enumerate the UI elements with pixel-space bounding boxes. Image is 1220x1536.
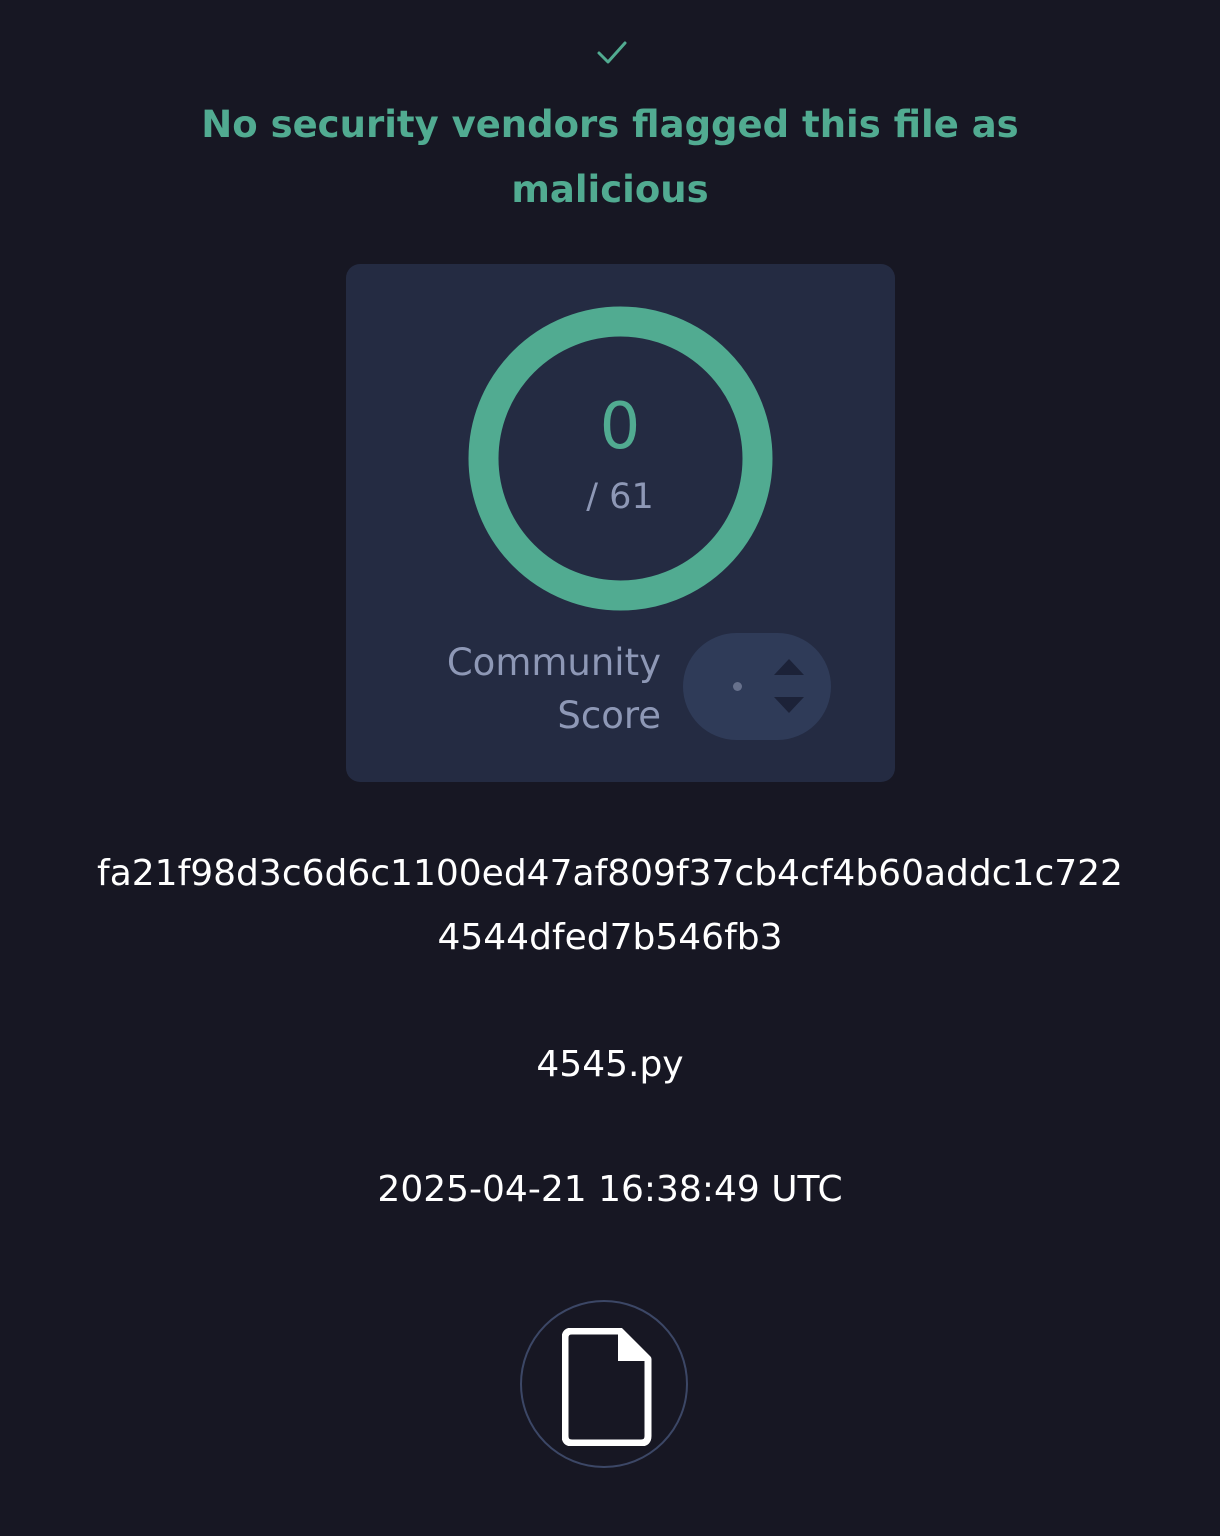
file-icon [562, 1328, 652, 1446]
chevron-up-icon[interactable] [773, 658, 805, 676]
community-score-value [733, 682, 742, 691]
status-headline: No security vendors flagged this file as… [201, 103, 1019, 211]
file-report-summary: No security vendors flagged this file as… [0, 0, 1220, 1536]
community-score-widget [683, 633, 831, 740]
file-type-button[interactable] [520, 1300, 688, 1468]
chevron-down-icon[interactable] [773, 696, 805, 714]
scan-date: 2025-04-21 16:38:49 UTC [377, 1169, 843, 1210]
detection-score-card: 0 / 61 Community Score [346, 264, 895, 782]
detection-total: / 61 [586, 477, 654, 517]
checkmark-icon [597, 41, 627, 64]
file-name: 4545.py [536, 1044, 684, 1085]
community-score-label: Community Score [446, 641, 661, 737]
detection-score: 0 [599, 390, 641, 464]
file-hash: fa21f98d3c6d6c1100ed47af809f37cb4cf4b60a… [97, 853, 1123, 958]
